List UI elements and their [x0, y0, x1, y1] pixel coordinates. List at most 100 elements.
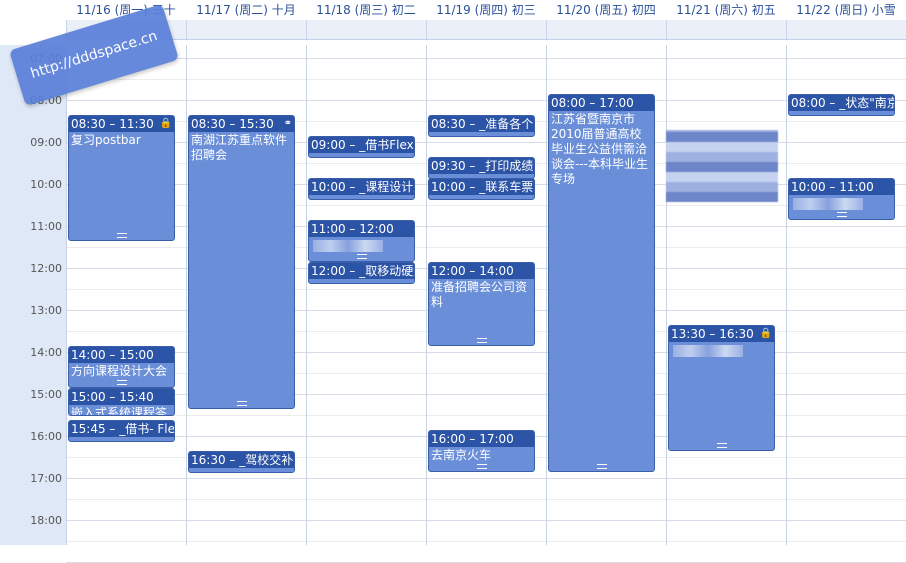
hour-label: 12:00 — [30, 262, 62, 275]
calendar-event[interactable]: 16:00 – 17:00 去南京火车 — [428, 430, 535, 472]
blurred-title — [793, 198, 863, 210]
event-title: 江苏省暨南京市2010届普通高校毕业生公益供需洽谈会---本科毕业生专场 — [551, 112, 648, 186]
all-day-divider — [186, 20, 187, 39]
resize-handle[interactable] — [716, 443, 727, 448]
event-time: 08:00 – _状态"南京 — [789, 95, 894, 111]
time-gutter — [0, 45, 66, 545]
calendar-event[interactable]: 08:30 – 11:30 🔒 复习postbar — [68, 115, 175, 241]
event-time: 09:00 – _借书Flex — [309, 137, 414, 153]
resize-handle[interactable] — [116, 380, 127, 385]
hour-label: 11:00 — [30, 220, 62, 233]
day-column-divider — [546, 45, 547, 545]
all-day-divider — [546, 20, 547, 39]
resize-handle[interactable] — [116, 233, 127, 238]
event-title: 南湖江苏重点软件招聘会 — [191, 133, 288, 162]
event-time: 15:00 – 15:40 — [69, 389, 174, 405]
day-column-divider — [306, 45, 307, 545]
event-time: 16:30 – _驾校交补 — [189, 452, 294, 468]
event-title: 嵌入式系统课程答 — [71, 406, 168, 416]
resize-handle[interactable] — [476, 338, 487, 343]
all-day-divider — [666, 20, 667, 39]
calendar-event[interactable]: 10:00 – _联系车票 — [428, 178, 535, 200]
hour-label: 15:00 — [30, 388, 62, 401]
hour-label: 14:00 — [30, 346, 62, 359]
day-column-divider — [666, 45, 667, 545]
event-title: 方向课程设计大会 — [71, 364, 168, 378]
hour-label: 10:00 — [30, 178, 62, 191]
hour-line — [66, 100, 906, 101]
half-hour-line — [66, 541, 906, 542]
calendar-event[interactable]: 15:00 – 15:40 嵌入式系统课程答 — [68, 388, 175, 416]
resize-handle[interactable] — [476, 464, 487, 469]
event-time: 08:00 – 17:00 — [549, 95, 654, 111]
link-icon: ⚭ — [283, 118, 292, 129]
event-time: 15:45 – _借书- Fle — [69, 420, 174, 437]
day-header[interactable]: 11/21 (周六) 初五 — [666, 0, 786, 20]
calendar-event[interactable]: 09:30 – _打印成绩 — [428, 157, 535, 179]
calendar-event[interactable]: 14:00 – 15:00 方向课程设计大会 — [68, 346, 175, 388]
calendar-event[interactable]: 10:00 – _课程设计决 — [308, 178, 415, 200]
hour-label: 09:00 — [30, 136, 62, 149]
event-time: 12:00 – 14:00 — [429, 263, 534, 279]
all-day-row[interactable] — [66, 20, 906, 40]
hour-label: 18:00 — [30, 514, 62, 527]
calendar-event[interactable]: 12:00 – _取移动硬盘 — [308, 262, 415, 284]
week-calendar: 11/16 (周一) 三十 11/17 (周二) 十月 11/18 (周三) 初二 1… — [0, 0, 906, 563]
lock-icon: 🔒 — [759, 328, 772, 339]
event-title: 准备招聘会公司资料 — [431, 280, 528, 309]
day-column-divider — [786, 45, 787, 545]
hour-label: 16:00 — [30, 430, 62, 443]
event-title: 去南京火车 — [431, 448, 492, 462]
calendar-event[interactable]: 12:00 – 14:00 准备招聘会公司资料 — [428, 262, 535, 346]
calendar-event[interactable]: 08:30 – 15:30 ⚭ 南湖江苏重点软件招聘会 — [188, 115, 295, 409]
all-day-divider — [426, 20, 427, 39]
half-hour-line — [66, 499, 906, 500]
event-time: 13:30 – 16:30 🔒 — [669, 326, 774, 342]
day-column-divider — [426, 45, 427, 545]
calendar-event[interactable]: 10:00 – 11:00 — [788, 178, 895, 220]
event-time: 14:00 – 15:00 — [69, 347, 174, 363]
event-time: 08:30 – 11:30 🔒 — [69, 116, 174, 132]
event-time: 10:00 – _课程设计决 — [309, 179, 414, 195]
event-time: 08:30 – 15:30 ⚭ — [189, 116, 294, 132]
all-day-divider — [306, 20, 307, 39]
resize-handle[interactable] — [836, 212, 847, 217]
hour-label: 17:00 — [30, 472, 62, 485]
half-hour-line — [66, 79, 906, 80]
hour-line — [66, 520, 906, 521]
day-header[interactable]: 11/20 (周五) 初四 — [546, 0, 666, 20]
half-hour-line — [66, 415, 906, 416]
resize-handle[interactable] — [596, 464, 607, 469]
calendar-event[interactable]: 13:30 – 16:30 🔒 — [668, 325, 775, 451]
day-header[interactable]: 11/19 (周四) 初三 — [426, 0, 546, 20]
day-header[interactable]: 11/22 (周日) 小雪 — [786, 0, 906, 20]
blurred-title — [313, 240, 383, 252]
day-header[interactable]: 11/18 (周三) 初二 — [306, 0, 426, 20]
blurred-region — [666, 130, 778, 202]
event-time: 08:30 – _准备各个 — [429, 116, 534, 132]
lock-icon: 🔒 — [159, 118, 172, 129]
event-time: 11:00 – 12:00 — [309, 221, 414, 237]
event-title: 复习postbar — [71, 133, 141, 147]
day-header[interactable]: 11/17 (周二) 十月 — [186, 0, 306, 20]
hour-label: 13:00 — [30, 304, 62, 317]
resize-handle[interactable] — [236, 401, 247, 406]
calendar-event[interactable]: 09:00 – _借书Flex — [308, 136, 415, 158]
day-column-divider — [66, 45, 67, 545]
calendar-event[interactable]: 16:30 – _驾校交补 — [188, 451, 295, 473]
event-time: 10:00 – 11:00 — [789, 179, 894, 195]
event-time: 12:00 – _取移动硬盘 — [309, 263, 414, 279]
calendar-event[interactable]: 11:00 – 12:00 — [308, 220, 415, 262]
calendar-event[interactable]: 08:00 – 17:00 江苏省暨南京市2010届普通高校毕业生公益供需洽谈会-… — [548, 94, 655, 472]
calendar-event[interactable]: 15:45 – _借书- Fle — [68, 419, 175, 442]
event-time: 10:00 – _联系车票 — [429, 179, 534, 195]
event-time: 16:00 – 17:00 — [429, 431, 534, 447]
event-time: 09:30 – _打印成绩 — [429, 158, 534, 174]
hour-line — [66, 58, 906, 59]
calendar-event[interactable]: 08:30 – _准备各个 — [428, 115, 535, 137]
resize-handle[interactable] — [356, 254, 367, 259]
hour-line — [66, 478, 906, 479]
all-day-divider — [786, 20, 787, 39]
day-column-divider — [186, 45, 187, 545]
calendar-event[interactable]: 08:00 – _状态"南京 — [788, 94, 895, 116]
